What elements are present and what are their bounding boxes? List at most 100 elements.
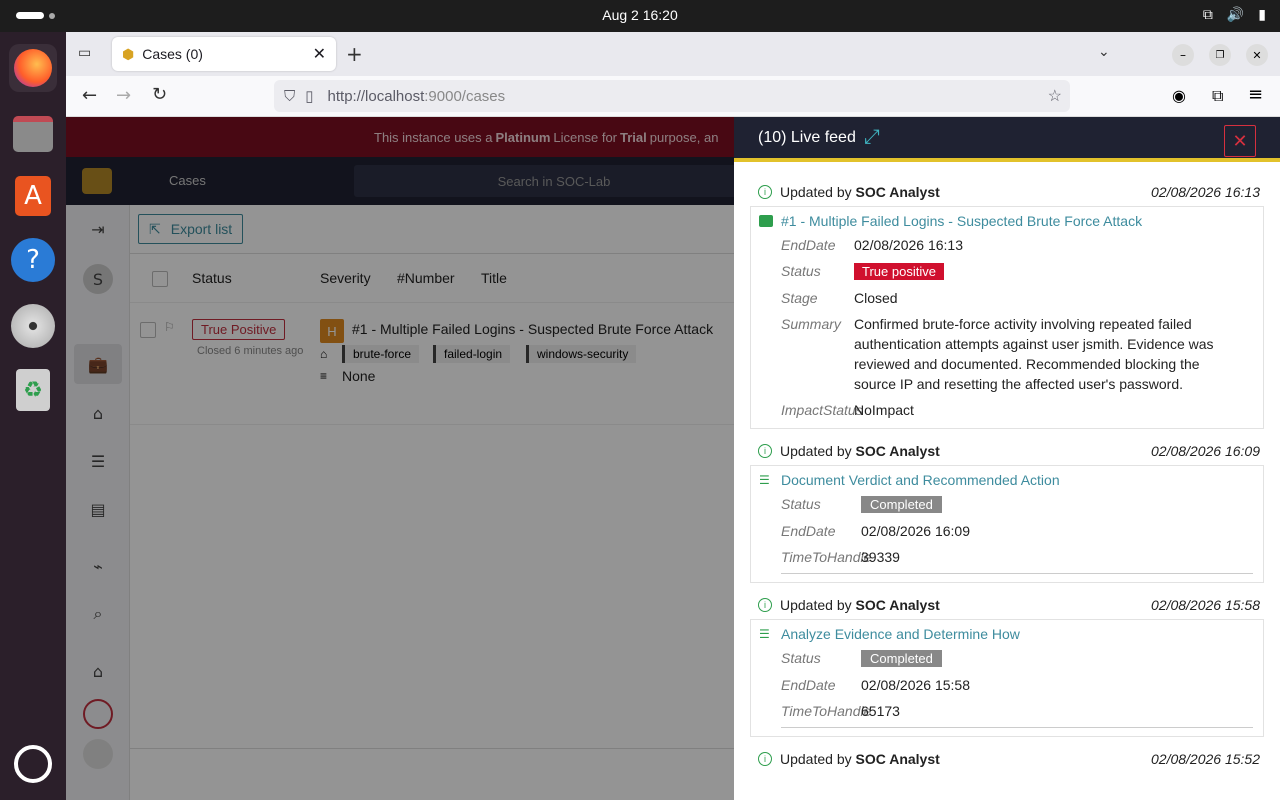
app-center-icon[interactable]: A xyxy=(9,172,57,220)
files-icon[interactable] xyxy=(9,110,57,158)
tab-cases[interactable]: ⬢ Cases (0) ✕ xyxy=(112,37,336,71)
field-value: 02/08/2026 16:09 xyxy=(861,523,970,539)
field-label: TimeToHandle xyxy=(781,549,872,565)
url-bar[interactable]: ⛉ ▯ http://localhost:9000/cases ☆ xyxy=(274,80,1070,112)
tab-title: Cases (0) xyxy=(142,46,203,62)
field-value: 39339 xyxy=(861,549,900,565)
updated-by-user: SOC Analyst xyxy=(855,597,940,613)
task-link[interactable]: ☰ Analyze Evidence and Determine How xyxy=(759,626,1253,642)
modal-backdrop[interactable] xyxy=(66,117,734,800)
tab-close-icon[interactable]: ✕ xyxy=(313,44,326,64)
forward-icon[interactable]: → xyxy=(116,85,131,106)
updated-by-user: SOC Analyst xyxy=(855,443,940,459)
page-icon: ▯ xyxy=(305,88,314,105)
summary-text: Confirmed brute-force activity involving… xyxy=(854,316,1214,392)
case-link[interactable]: #1 - Multiple Failed Logins - Suspected … xyxy=(759,213,1253,229)
task-link-text: Document Verdict and Recommended Action xyxy=(781,472,1060,488)
case-icon xyxy=(759,215,773,227)
thehive-favicon-icon: ⬢ xyxy=(122,45,135,62)
divider xyxy=(781,573,1253,574)
status-badge: Completed xyxy=(861,496,942,513)
tab-strip: ▭ ⬢ Cases (0) ✕ + ⌄ – ❐ ✕ xyxy=(66,32,1280,76)
feed-entry-header: i Updated by SOC Analyst 02/08/2026 16:0… xyxy=(750,443,1264,459)
field-label: EndDate xyxy=(781,677,836,693)
info-icon: i xyxy=(758,752,772,766)
system-tray[interactable]: ⧉ 🔊 ▮ xyxy=(1203,7,1266,23)
feed-entry-body: ☰ Document Verdict and Recommended Actio… xyxy=(750,465,1264,583)
account-icon[interactable]: ◉ xyxy=(1172,86,1186,105)
extensions-icon[interactable]: ⧉ xyxy=(1212,86,1223,106)
live-feed-panel: (10) Live feed ⤢ ✕ i Updated by SOC Anal… xyxy=(734,117,1280,800)
disc-icon[interactable] xyxy=(9,302,57,350)
minimize-icon[interactable]: – xyxy=(1172,44,1194,66)
field-label: Stage xyxy=(781,290,818,306)
feed-entry: i Updated by SOC Analyst 02/08/2026 15:5… xyxy=(750,751,1264,767)
network-icon: ⧉ xyxy=(1202,7,1213,23)
task-list-icon: ☰ xyxy=(759,473,770,487)
close-panel-button[interactable]: ✕ xyxy=(1224,125,1256,157)
feed-entry-header: i Updated by SOC Analyst 02/08/2026 15:5… xyxy=(750,597,1264,613)
feed-entry-date: 02/08/2026 15:52 xyxy=(1151,751,1260,767)
updated-by-user: SOC Analyst xyxy=(855,751,940,767)
field-value: NoImpact xyxy=(854,402,914,418)
task-link-text: Analyze Evidence and Determine How xyxy=(781,626,1020,642)
new-tab-icon[interactable]: + xyxy=(346,42,363,66)
feed-entry-header: i Updated by SOC Analyst 02/08/2026 15:5… xyxy=(750,751,1264,767)
field-label: Status xyxy=(781,263,821,279)
updated-by-label: Updated by xyxy=(780,443,852,459)
trash-icon[interactable]: ♻ xyxy=(9,366,57,414)
feed-entry-date: 02/08/2026 16:09 xyxy=(1151,443,1260,459)
updated-by-label: Updated by xyxy=(780,751,852,767)
live-feed-title: (10) Live feed xyxy=(758,128,856,146)
reload-icon[interactable]: ↻ xyxy=(152,84,167,105)
task-link[interactable]: ☰ Document Verdict and Recommended Actio… xyxy=(759,472,1253,488)
tab-overflow-chevron-icon[interactable]: ⌄ xyxy=(1098,44,1110,60)
system-top-bar: Aug 2 16:20 ⧉ 🔊 ▮ xyxy=(0,0,1280,32)
field-label: Summary xyxy=(781,316,841,332)
live-feed-header: (10) Live feed ⤢ ✕ xyxy=(734,117,1280,162)
shield-icon: ⛉ xyxy=(284,87,296,105)
field-label: EndDate xyxy=(781,237,836,253)
tab-list-icon[interactable]: ▭ xyxy=(78,45,91,61)
browser-window: ▭ ⬢ Cases (0) ✕ + ⌄ – ❐ ✕ ← → ↻ ⛉ ▯ http… xyxy=(66,32,1280,800)
divider xyxy=(781,727,1253,728)
info-icon: i xyxy=(758,185,772,199)
feed-entry-body: #1 - Multiple Failed Logins - Suspected … xyxy=(750,206,1264,429)
system-clock[interactable]: Aug 2 16:20 xyxy=(0,7,1280,23)
field-value: 02/08/2026 16:13 xyxy=(854,237,963,253)
bookmark-star-icon[interactable]: ☆ xyxy=(1048,86,1062,106)
menu-icon[interactable]: ≡ xyxy=(1248,84,1263,105)
feed-entry-date: 02/08/2026 16:13 xyxy=(1151,184,1260,200)
updated-by-label: Updated by xyxy=(780,597,852,613)
dock: A ? ♻ xyxy=(0,32,66,800)
field-label: ImpactStatus xyxy=(781,402,863,418)
battery-icon: ▮ xyxy=(1258,7,1266,23)
feed-entry-body: ☰ Analyze Evidence and Determine How Sta… xyxy=(750,619,1264,737)
feed-entry: i Updated by SOC Analyst 02/08/2026 15:5… xyxy=(750,597,1264,737)
updated-by-user: SOC Analyst xyxy=(855,184,940,200)
status-badge: Completed xyxy=(861,650,942,667)
help-icon[interactable]: ? xyxy=(9,236,57,284)
show-apps-icon[interactable] xyxy=(9,740,57,788)
info-icon: i xyxy=(758,598,772,612)
status-badge: True positive xyxy=(854,263,944,280)
nav-bar: ← → ↻ ⛉ ▯ http://localhost:9000/cases ☆ … xyxy=(66,76,1280,117)
back-icon[interactable]: ← xyxy=(82,85,97,106)
field-label: Status xyxy=(781,496,821,512)
volume-icon: 🔊 xyxy=(1226,7,1245,23)
feed-entry: i Updated by SOC Analyst 02/08/2026 16:1… xyxy=(750,184,1264,429)
firefox-icon[interactable] xyxy=(9,44,57,92)
restore-icon[interactable]: ❐ xyxy=(1209,44,1231,66)
url-path: :9000/cases xyxy=(424,87,506,105)
expand-icon[interactable]: ⤢ xyxy=(864,126,880,149)
field-label: Status xyxy=(781,650,821,666)
window-close-icon[interactable]: ✕ xyxy=(1246,44,1268,66)
feed-entry: i Updated by SOC Analyst 02/08/2026 16:0… xyxy=(750,443,1264,583)
page-content: This instance uses a Platinum License fo… xyxy=(66,117,1280,800)
field-value: Closed xyxy=(854,290,898,306)
feed-entry-header: i Updated by SOC Analyst 02/08/2026 16:1… xyxy=(750,184,1264,200)
field-label: TimeToHandle xyxy=(781,703,872,719)
task-list-icon: ☰ xyxy=(759,627,770,641)
field-value: 65173 xyxy=(861,703,900,719)
field-value: 02/08/2026 15:58 xyxy=(861,677,970,693)
